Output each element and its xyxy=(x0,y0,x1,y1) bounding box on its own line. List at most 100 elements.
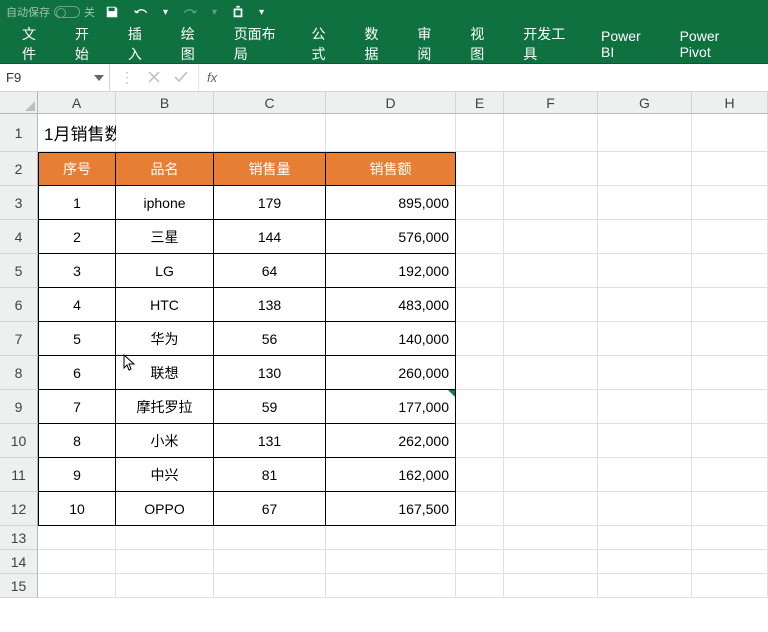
cell-H5[interactable] xyxy=(692,254,768,288)
table-cell-qty[interactable]: 67 xyxy=(214,492,326,526)
cancel-icon[interactable] xyxy=(148,70,160,86)
table-cell-name[interactable]: 摩托罗拉 xyxy=(116,390,214,424)
tab-power-pivot[interactable]: Power Pivot xyxy=(666,24,760,64)
cell-G6[interactable] xyxy=(598,288,692,322)
row-header-12[interactable]: 12 xyxy=(0,492,38,526)
enter-icon[interactable] xyxy=(174,70,188,86)
table-cell-amt[interactable]: 167,500 xyxy=(326,492,456,526)
table-cell-no[interactable]: 4 xyxy=(38,288,116,322)
table-cell-name[interactable]: HTC xyxy=(116,288,214,322)
row-header-3[interactable]: 3 xyxy=(0,186,38,220)
table-cell-amt[interactable]: 162,000 xyxy=(326,458,456,492)
table-cell-name[interactable]: 华为 xyxy=(116,322,214,356)
row-header-13[interactable]: 13 xyxy=(0,526,38,550)
cell-E8[interactable] xyxy=(456,356,504,390)
table-cell-amt[interactable]: 576,000 xyxy=(326,220,456,254)
cell-G10[interactable] xyxy=(598,424,692,458)
cell-H12[interactable] xyxy=(692,492,768,526)
row-header-9[interactable]: 9 xyxy=(0,390,38,424)
cell-F12[interactable] xyxy=(504,492,598,526)
autosave-toggle[interactable]: 自动保存 关 xyxy=(6,4,95,20)
cell-F1[interactable] xyxy=(504,114,598,152)
row-header-11[interactable]: 11 xyxy=(0,458,38,492)
table-cell-amt[interactable]: 260,000 xyxy=(326,356,456,390)
table-cell-no[interactable]: 1 xyxy=(38,186,116,220)
table-cell-name[interactable]: LG xyxy=(116,254,214,288)
cell-D15[interactable] xyxy=(326,574,456,598)
cell-E6[interactable] xyxy=(456,288,504,322)
cell-H14[interactable] xyxy=(692,550,768,574)
sheet-title[interactable]: 1月销售数据 xyxy=(38,114,116,152)
table-cell-name[interactable]: 中兴 xyxy=(116,458,214,492)
table-cell-no[interactable]: 3 xyxy=(38,254,116,288)
table-cell-no[interactable]: 7 xyxy=(38,390,116,424)
name-box-dropdown-icon[interactable] xyxy=(90,64,108,91)
cell-E1[interactable] xyxy=(456,114,504,152)
cell-C14[interactable] xyxy=(214,550,326,574)
cell-F14[interactable] xyxy=(504,550,598,574)
row-header-8[interactable]: 8 xyxy=(0,356,38,390)
table-cell-name[interactable]: 小米 xyxy=(116,424,214,458)
select-all-corner[interactable] xyxy=(0,92,38,114)
cell-B1[interactable] xyxy=(116,114,214,152)
table-cell-qty[interactable]: 64 xyxy=(214,254,326,288)
cell-B15[interactable] xyxy=(116,574,214,598)
row-header-4[interactable]: 4 xyxy=(0,220,38,254)
cell-G9[interactable] xyxy=(598,390,692,424)
row-header-2[interactable]: 2 xyxy=(0,152,38,186)
table-cell-qty[interactable]: 131 xyxy=(214,424,326,458)
cell-H11[interactable] xyxy=(692,458,768,492)
cell-F5[interactable] xyxy=(504,254,598,288)
table-cell-name[interactable]: iphone xyxy=(116,186,214,220)
cell-E5[interactable] xyxy=(456,254,504,288)
table-cell-amt[interactable]: 262,000 xyxy=(326,424,456,458)
table-cell-amt[interactable]: 895,000 xyxy=(326,186,456,220)
column-header-A[interactable]: A xyxy=(38,92,116,114)
tab-view[interactable]: 视图 xyxy=(456,24,509,64)
tab-page-layout[interactable]: 页面布局 xyxy=(220,24,298,64)
table-cell-no[interactable]: 9 xyxy=(38,458,116,492)
table-cell-qty[interactable]: 59 xyxy=(214,390,326,424)
cell-F2[interactable] xyxy=(504,152,598,186)
cell-E13[interactable] xyxy=(456,526,504,550)
cell-H6[interactable] xyxy=(692,288,768,322)
row-header-15[interactable]: 15 xyxy=(0,574,38,598)
cell-G4[interactable] xyxy=(598,220,692,254)
tab-review[interactable]: 审阅 xyxy=(403,24,456,64)
column-header-B[interactable]: B xyxy=(116,92,214,114)
cell-H10[interactable] xyxy=(692,424,768,458)
qat-customize-icon[interactable]: ▾ xyxy=(259,7,264,18)
table-header-0[interactable]: 序号 xyxy=(38,152,116,186)
column-header-F[interactable]: F xyxy=(504,92,598,114)
cell-B14[interactable] xyxy=(116,550,214,574)
cell-F15[interactable] xyxy=(504,574,598,598)
redo-icon[interactable] xyxy=(182,5,198,19)
cell-G14[interactable] xyxy=(598,550,692,574)
table-header-2[interactable]: 销售量 xyxy=(214,152,326,186)
cell-H9[interactable] xyxy=(692,390,768,424)
tab-data[interactable]: 数据 xyxy=(350,24,403,64)
table-cell-no[interactable]: 6 xyxy=(38,356,116,390)
table-cell-qty[interactable]: 138 xyxy=(214,288,326,322)
cell-H7[interactable] xyxy=(692,322,768,356)
column-header-E[interactable]: E xyxy=(456,92,504,114)
formula-split-icon[interactable]: ⋮ xyxy=(120,69,134,86)
cell-H15[interactable] xyxy=(692,574,768,598)
cell-D14[interactable] xyxy=(326,550,456,574)
cell-E11[interactable] xyxy=(456,458,504,492)
table-cell-qty[interactable]: 81 xyxy=(214,458,326,492)
cell-G8[interactable] xyxy=(598,356,692,390)
column-header-G[interactable]: G xyxy=(598,92,692,114)
cell-C13[interactable] xyxy=(214,526,326,550)
cell-E10[interactable] xyxy=(456,424,504,458)
fx-label[interactable]: fx xyxy=(199,64,225,91)
cell-G12[interactable] xyxy=(598,492,692,526)
cell-H3[interactable] xyxy=(692,186,768,220)
cell-G15[interactable] xyxy=(598,574,692,598)
cell-E4[interactable] xyxy=(456,220,504,254)
table-header-3[interactable]: 销售额 xyxy=(326,152,456,186)
table-header-1[interactable]: 品名 xyxy=(116,152,214,186)
table-cell-amt[interactable]: 140,000 xyxy=(326,322,456,356)
table-cell-no[interactable]: 5 xyxy=(38,322,116,356)
cell-G2[interactable] xyxy=(598,152,692,186)
